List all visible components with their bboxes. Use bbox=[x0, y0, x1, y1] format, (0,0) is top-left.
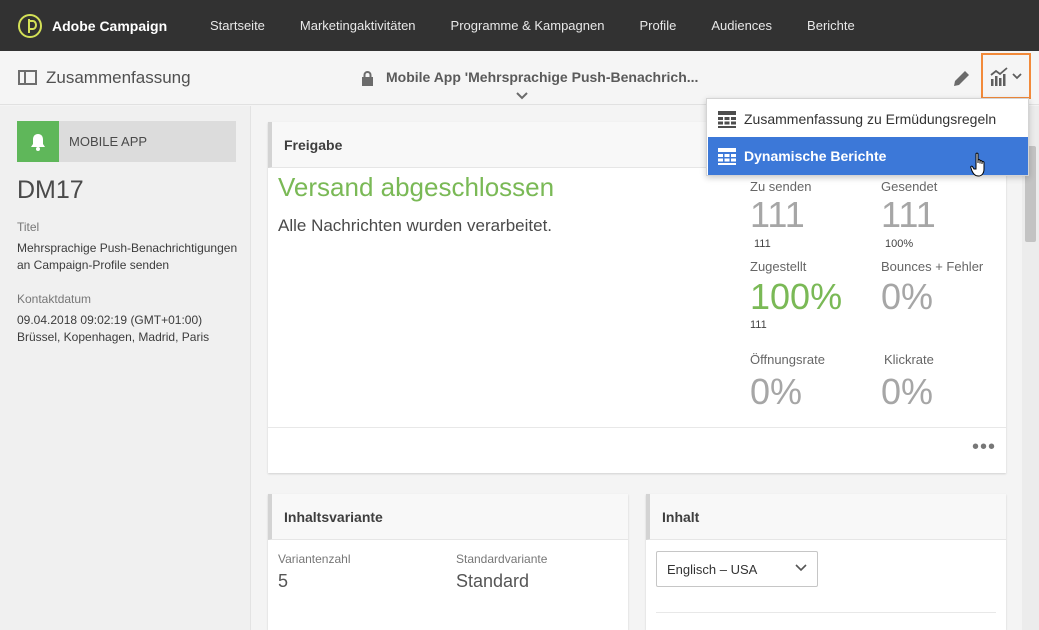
menu-item-label: Dynamische Berichte bbox=[744, 148, 887, 164]
default-variant-label: Standardvariante bbox=[456, 552, 548, 566]
channel-label: MOBILE APP bbox=[69, 134, 148, 149]
contact-date-value: 09.04.2018 09:02:19 (GMT+01:00) Brüssel,… bbox=[17, 313, 210, 344]
language-select-value: Englisch – USA bbox=[667, 561, 758, 577]
kpi-to-send-value: 111 bbox=[750, 194, 805, 235]
report-table-icon bbox=[718, 110, 736, 128]
app-logo[interactable]: Adobe Campaign bbox=[18, 13, 210, 38]
bell-icon bbox=[17, 121, 59, 162]
status-message: Alle Nachrichten wurden verarbeitet. bbox=[278, 216, 553, 235]
page-scrollbar[interactable] bbox=[1022, 106, 1039, 630]
default-variant-value: Standard bbox=[456, 571, 530, 591]
variant-count-value: 5 bbox=[278, 571, 289, 591]
chevron-down-icon[interactable] bbox=[515, 91, 529, 101]
hand-cursor-icon bbox=[970, 152, 985, 177]
page-header: Zusammenfassung Mobile App 'Mehrsprachig… bbox=[0, 51, 1039, 105]
content-card-header: Inhalt bbox=[646, 494, 1006, 540]
kpi-delivered-label: Zugestellt bbox=[750, 259, 807, 274]
variants-card-header: Inhaltsvariante bbox=[268, 494, 628, 540]
delivery-code: DM17 bbox=[17, 176, 84, 204]
kpi-click-rate-label: Klickrate bbox=[884, 352, 934, 367]
panel-toggle-icon[interactable] bbox=[18, 70, 37, 85]
lock-icon bbox=[362, 71, 373, 86]
channel-badge: MOBILE APP bbox=[17, 121, 236, 162]
more-options-button[interactable]: ••• bbox=[972, 436, 996, 459]
nav-item-berichte[interactable]: Berichte bbox=[807, 18, 855, 33]
main-content: Freigabe Versand abgeschlossen Alle Nach… bbox=[252, 106, 1039, 630]
delivery-status: Versand abgeschlossen bbox=[278, 172, 555, 202]
menu-item-label: Zusammenfassung zu Ermüdungsregeln bbox=[744, 111, 997, 127]
section-title: Zusammenfassung bbox=[46, 68, 191, 87]
kpi-sent-value: 111 bbox=[881, 194, 936, 235]
main-menu: Startseite Marketingaktivitäten Programm… bbox=[210, 18, 890, 33]
kpi-open-rate-value: 0% bbox=[750, 371, 803, 412]
title-label: Titel bbox=[17, 220, 40, 234]
adobe-campaign-logo-icon bbox=[18, 13, 42, 38]
kpi-delivered-sub: 111 bbox=[750, 319, 767, 331]
contact-date-label: Kontaktdatum bbox=[17, 292, 92, 306]
kpi-bounces-value: 0% bbox=[881, 276, 934, 317]
app-name: Adobe Campaign bbox=[52, 17, 168, 34]
reports-button[interactable] bbox=[981, 53, 1031, 99]
nav-item-programme-kampagnen[interactable]: Programme & Kampagnen bbox=[451, 18, 605, 33]
variant-count-label: Variantenzahl bbox=[278, 552, 351, 566]
chart-report-icon bbox=[990, 67, 1022, 86]
top-navigation-bar: Adobe Campaign Startseite Marketingaktiv… bbox=[0, 0, 1039, 51]
nav-item-marketingaktivitaeten[interactable]: Marketingaktivitäten bbox=[300, 18, 416, 33]
content-card: Inhalt Englisch – USA bbox=[646, 494, 1006, 630]
pencil-edit-icon[interactable] bbox=[951, 68, 972, 89]
content-divider bbox=[656, 612, 996, 613]
kpi-sent-label: Gesendet bbox=[881, 179, 938, 194]
kpi-sent-sub: 100% bbox=[885, 238, 914, 250]
nav-item-profile[interactable]: Profile bbox=[639, 18, 676, 33]
delivery-title: Mobile App 'Mehrsprachige Push-Benachric… bbox=[386, 69, 699, 85]
kpi-click-rate-value: 0% bbox=[881, 371, 934, 412]
title-value: Mehrsprachige Push-Benachrichtigungen an… bbox=[17, 241, 238, 272]
kpi-delivered-value: 100% bbox=[750, 276, 843, 317]
card-divider bbox=[268, 427, 1006, 428]
kpi-to-send-sub: 111 bbox=[754, 238, 771, 250]
variants-card: Inhaltsvariante Variantenzahl 5 Standard… bbox=[268, 494, 628, 630]
kpi-bounces-label: Bounces + Fehler bbox=[881, 259, 984, 274]
kpi-to-send-label: Zu senden bbox=[750, 179, 812, 194]
kpi-open-rate-label: Öffnungsrate bbox=[750, 352, 825, 367]
menu-item-fatigue-summary[interactable]: Zusammenfassung zu Ermüdungsregeln bbox=[708, 100, 1028, 138]
summary-sidebar: MOBILE APP DM17 Titel Mehrsprachige Push… bbox=[0, 106, 251, 630]
nav-item-startseite[interactable]: Startseite bbox=[210, 18, 265, 33]
language-select[interactable]: Englisch – USA bbox=[656, 551, 818, 587]
nav-item-audiences[interactable]: Audiences bbox=[711, 18, 772, 33]
report-table-icon bbox=[718, 147, 736, 165]
chevron-down-icon bbox=[795, 564, 807, 572]
